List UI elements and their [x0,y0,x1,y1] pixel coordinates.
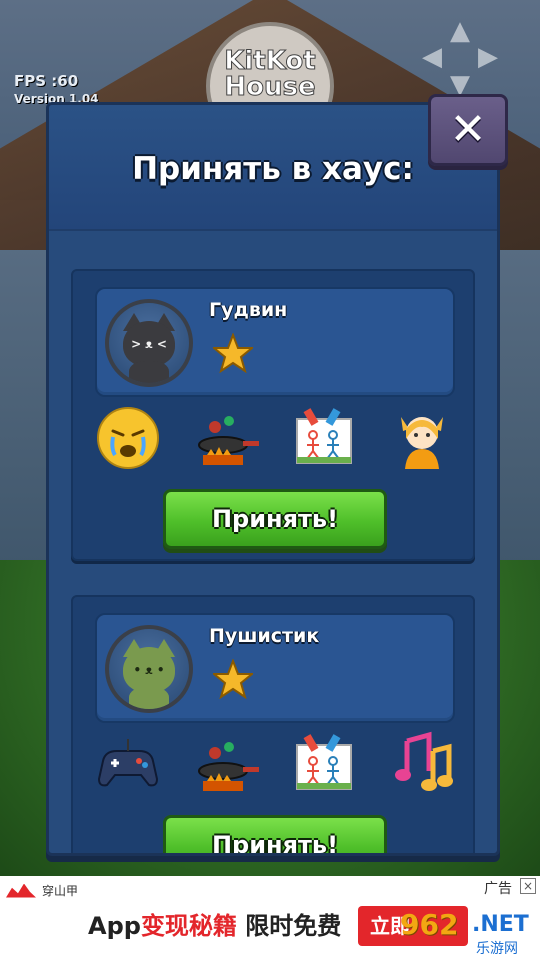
fps-counter: FPS :60 [14,72,79,90]
green-cat-avatar: • ᴥ • [105,625,193,713]
close-dialog-button[interactable]: ✕ [428,94,508,166]
accept-button[interactable]: Принять! [163,815,387,856]
accept-label: Принять! [211,831,339,856]
star-rating-icon [213,333,253,373]
cat-face: • ᴥ • [133,663,165,677]
cooking-pan-icon [198,416,259,465]
gamepad-icon [97,739,159,787]
cat-candidate-card: • ᴥ • Пушистик Принять! [71,595,475,856]
cat-name: Пушистик [209,625,320,647]
cat-face: > ᴥ < [131,337,167,351]
close-x-icon: ✕ [449,104,487,155]
adopt-cat-dialog: Принять в хаус: > ᴥ < Гудвин Принять! • … [46,102,500,856]
watermark-site: 乐游网 [476,941,518,957]
accept-label: Принять! [211,505,339,533]
watermark-number: 962 [400,908,459,941]
cat-candidate-card: > ᴥ < Гудвин Принять! [71,269,475,561]
ad-close-button[interactable]: × [520,878,536,894]
cat-name: Гудвин [209,299,288,321]
ad-brand-name: 穿山甲 [42,884,79,898]
cat-girl-icon [401,417,443,469]
music-notes-icon [395,731,453,791]
gray-cat-avatar: > ᴥ < [105,299,193,387]
accept-button[interactable]: Принять! [163,489,387,549]
site-watermark: 962 .NET 乐游网 [400,906,536,958]
cat-info-panel: > ᴥ < Гудвин [95,287,455,397]
pangle-logo-icon [6,883,36,898]
crying-emoji-icon [97,407,159,469]
drawing-icon [296,408,352,464]
watermark-net: .NET [472,912,529,937]
ad-tag: 广告 [484,881,512,897]
ad-headline: App变现秘籍 限时免费 [88,906,341,941]
ad-headline-suffix: 限时免费 [236,912,342,940]
ad-headline-prefix: App [88,912,141,940]
ad-brand: 穿山甲 [6,882,78,899]
cat-info-panel: • ᴥ • Пушистик [95,613,455,723]
debug-hud: FPS :60 Version 1.04 [14,72,99,106]
move-arrows-icon: ▲ ▼ ◀ ▶ [422,16,498,100]
cooking-pan-icon [198,742,259,791]
game-screen: KitKot House ▲ ▼ ◀ ▶ FPS :60 Version 1.0… [0,0,540,960]
ad-headline-highlight: 变现秘籍 [140,912,237,940]
sign-text: KitKot House [224,46,316,102]
star-rating-icon [213,659,253,699]
drawing-icon [296,734,352,790]
